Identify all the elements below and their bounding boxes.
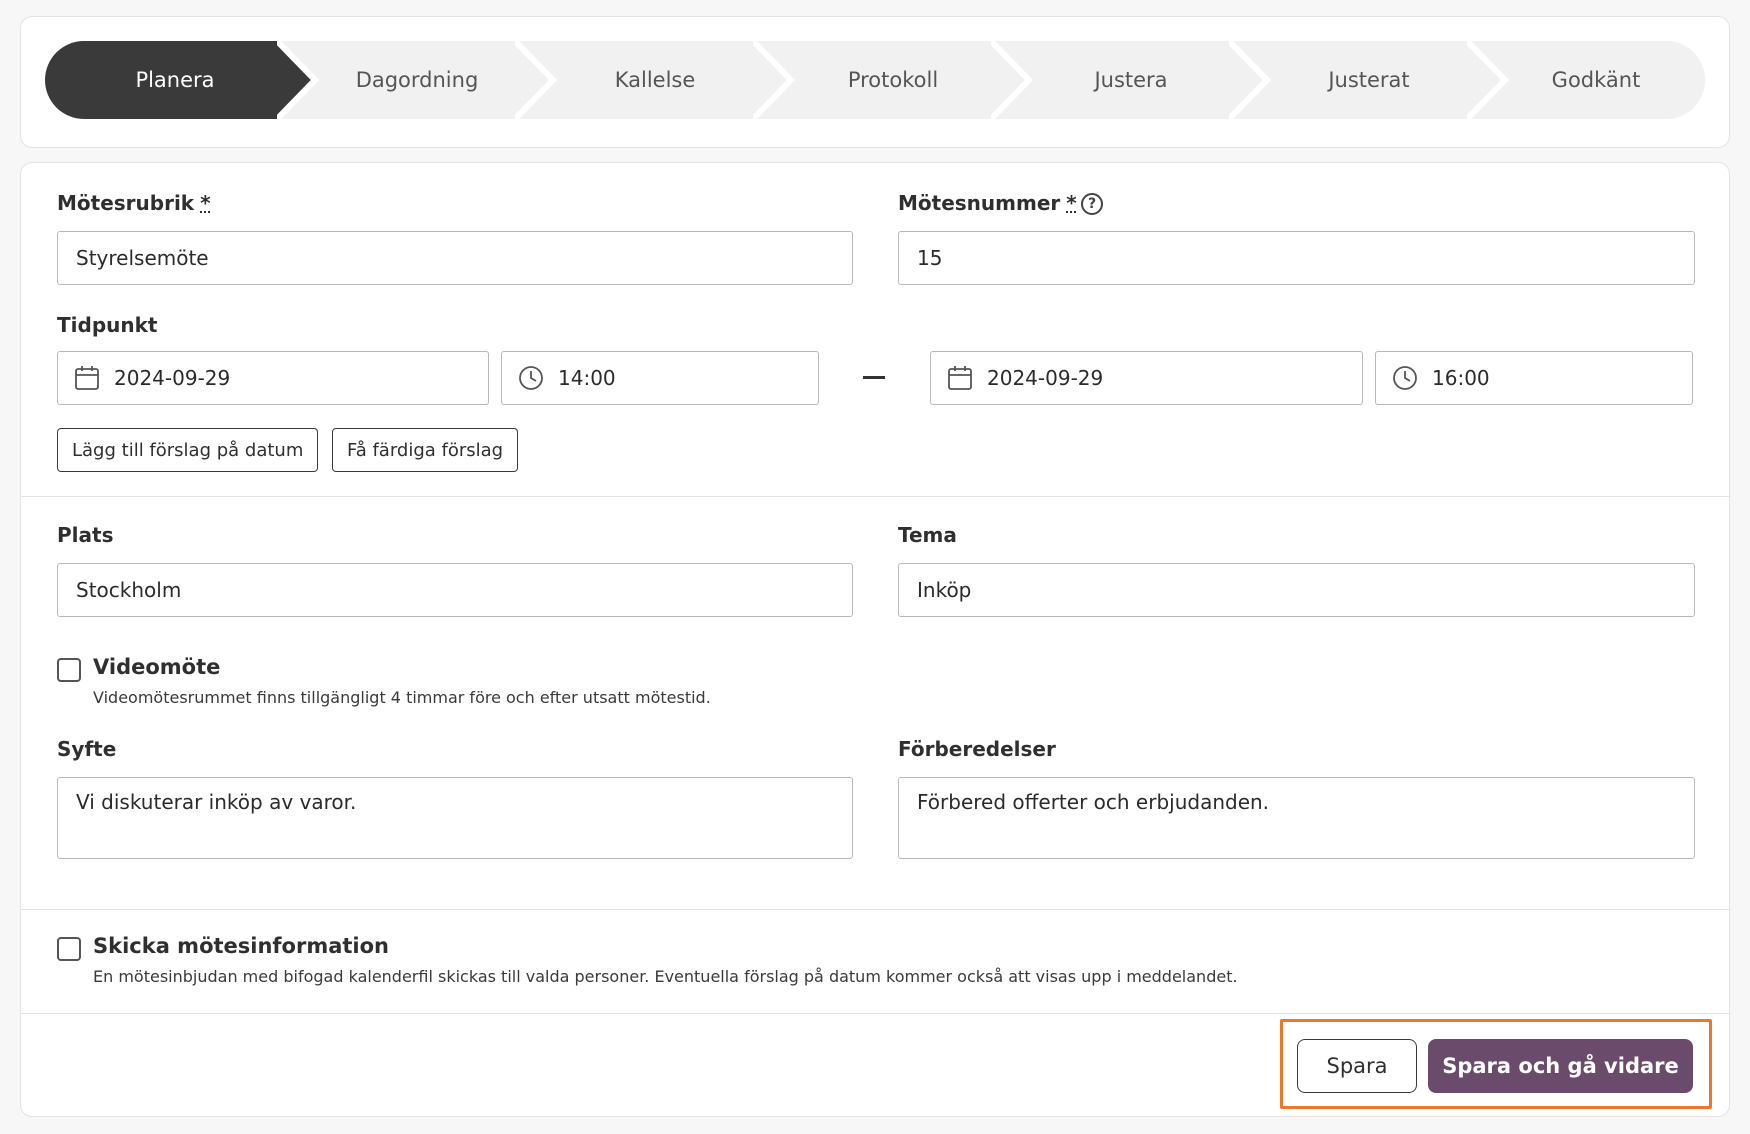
meeting-title-input[interactable] — [57, 231, 853, 285]
purpose-textarea[interactable]: Vi diskuterar inköp av varor. — [57, 777, 853, 859]
step-label: Dagordning — [355, 68, 479, 92]
footer-divider — [21, 1013, 1731, 1014]
step-godkant[interactable]: Godkänt — [1467, 41, 1705, 119]
workflow-stepper: Planera Dagordning Kallelse Protokoll Ju… — [45, 41, 1705, 119]
step-protokoll[interactable]: Protokoll — [753, 41, 1013, 119]
step-label: Justera — [1094, 68, 1168, 92]
step-planera[interactable]: Planera — [45, 41, 315, 119]
calendar-icon — [75, 366, 99, 390]
send-info-label: Skicka mötesinformation — [93, 934, 390, 958]
preparations-label: Förberedelser — [898, 737, 1056, 761]
theme-label: Tema — [898, 523, 957, 547]
save-button[interactable]: Spara — [1297, 1039, 1417, 1093]
end-time-input[interactable]: 16:00 — [1375, 351, 1693, 405]
clock-icon — [1393, 366, 1417, 390]
video-meeting-checkbox[interactable] — [57, 658, 81, 682]
range-dash — [863, 376, 885, 379]
step-label: Protokoll — [847, 68, 939, 92]
start-time-value: 14:00 — [558, 366, 616, 390]
meeting-number-input[interactable] — [898, 231, 1695, 285]
end-time-value: 16:00 — [1432, 366, 1490, 390]
send-info-description: En mötesinbjudan med bifogad kalenderfil… — [93, 967, 1238, 986]
end-date-input[interactable]: 2024-09-29 — [930, 351, 1363, 405]
save-and-continue-button[interactable]: Spara och gå vidare — [1428, 1039, 1693, 1093]
calendar-icon — [948, 366, 972, 390]
step-label: Godkänt — [1551, 68, 1641, 92]
step-justerat[interactable]: Justerat — [1229, 41, 1489, 119]
clock-icon — [519, 366, 543, 390]
label-text: Mötesrubrik — [57, 191, 195, 215]
step-dagordning[interactable]: Dagordning — [277, 41, 537, 119]
theme-input[interactable] — [898, 563, 1695, 617]
get-suggestions-button[interactable]: Få färdiga förslag — [332, 428, 519, 472]
meeting-number-label: Mötesnummer * — [898, 191, 1077, 215]
workflow-stepper-card: Planera Dagordning Kallelse Protokoll Ju… — [20, 16, 1730, 148]
step-label: Kallelse — [614, 68, 696, 92]
step-justera[interactable]: Justera — [991, 41, 1251, 119]
label-text: Mötesnummer — [898, 191, 1061, 215]
send-info-checkbox[interactable] — [57, 937, 81, 961]
end-date-value: 2024-09-29 — [987, 366, 1104, 390]
video-meeting-label: Videomöte — [93, 655, 221, 679]
step-label: Planera — [135, 68, 215, 92]
start-date-input[interactable]: 2024-09-29 — [57, 351, 489, 405]
time-label: Tidpunkt — [57, 313, 158, 337]
required-mark: * — [200, 191, 211, 215]
place-input[interactable] — [57, 563, 853, 617]
help-circle-icon[interactable]: ? — [1081, 193, 1103, 215]
place-label: Plats — [57, 523, 114, 547]
step-label: Justerat — [1328, 68, 1410, 92]
section-divider — [21, 909, 1731, 910]
required-mark: * — [1066, 191, 1077, 215]
video-meeting-description: Videomötesrummet finns tillgängligt 4 ti… — [93, 688, 711, 707]
step-kallelse[interactable]: Kallelse — [515, 41, 775, 119]
add-date-suggestion-button[interactable]: Lägg till förslag på datum — [57, 428, 319, 472]
preparations-textarea[interactable]: Förbered offerter och erbjudanden. — [898, 777, 1695, 859]
meeting-form: Mötesrubrik* Mötesnummer* ? Tidpunkt 202… — [20, 162, 1731, 1117]
purpose-label: Syfte — [57, 737, 117, 761]
start-date-value: 2024-09-29 — [114, 366, 231, 390]
start-time-input[interactable]: 14:00 — [501, 351, 819, 405]
section-divider — [21, 496, 1731, 497]
meeting-title-label: Mötesrubrik * — [57, 191, 211, 215]
